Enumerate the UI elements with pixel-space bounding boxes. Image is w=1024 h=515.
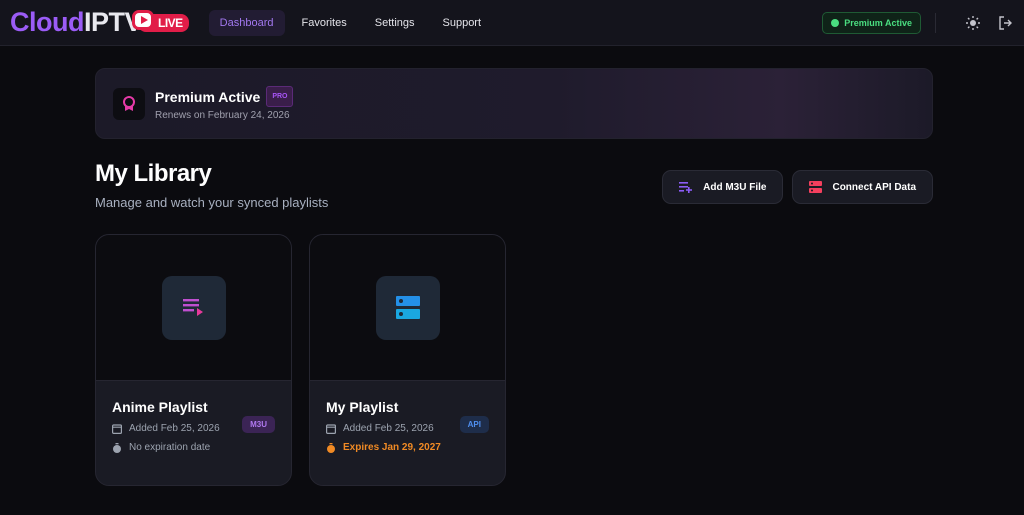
nav-menu: Dashboard Favorites Settings Support [208,9,493,36]
playlist-card[interactable]: Anime Playlist M3U Added Feb 25, 2026 No… [95,234,292,486]
playlist-card[interactable]: My Playlist API Added Feb 25, 2026 Expir… [309,234,506,486]
live-label: LIVE [158,15,183,30]
nav-favorites[interactable]: Favorites [291,10,358,36]
calendar-icon [326,423,336,434]
logout-icon[interactable] [996,14,1014,32]
check-circle-icon [831,19,840,27]
expiry-text: Expires Jan 29, 2027 [343,442,441,453]
page-title: My Library [95,160,212,187]
card-thumbnail [96,235,291,381]
playlist-add-icon [679,182,693,193]
play-icon [132,9,154,30]
logo-text-cloud: Cloud [10,7,84,37]
premium-banner: Premium Active PRO Renews on February 24,… [95,68,933,139]
sun-icon[interactable] [964,14,982,32]
pro-badge: PRO [266,86,294,107]
live-badge: LIVE [132,9,189,32]
card-title: My Playlist [326,399,399,415]
logo[interactable]: Cloud IPTV LIVE [10,7,189,38]
timer-icon [113,442,121,453]
nav-settings[interactable]: Settings [364,10,426,36]
connect-api-button[interactable]: Connect API Data [792,170,933,204]
nav-support[interactable]: Support [432,10,493,36]
divider [935,13,936,33]
expiry-text: No expiration date [129,442,211,453]
add-m3u-button[interactable]: Add M3U File [662,170,784,204]
playlist-play-icon [182,298,203,316]
server-icon [809,181,823,193]
renewal-date: Renews on February 24, 2026 [155,110,290,121]
nav-dashboard[interactable]: Dashboard [208,9,285,36]
award-icon [113,87,145,120]
connect-api-label: Connect API Data [832,181,916,193]
page-subtitle: Manage and watch your synced playlists [95,195,329,210]
type-badge: API [459,416,489,433]
type-badge: M3U [242,416,275,433]
premium-status-badge: Premium Active [822,12,921,34]
banner-title: Premium Active [155,88,261,105]
server-icon [395,295,420,319]
added-date: Added Feb 25, 2026 [129,423,220,434]
top-nav: Cloud IPTV LIVE Dashboard Favorites Setti… [0,0,1024,46]
calendar-icon [112,423,122,434]
card-thumbnail [310,235,505,381]
card-title: Anime Playlist [112,399,208,415]
timer-icon [327,442,335,453]
added-date: Added Feb 25, 2026 [343,423,434,434]
premium-status-label: Premium Active [844,18,912,28]
add-m3u-label: Add M3U File [703,181,767,193]
